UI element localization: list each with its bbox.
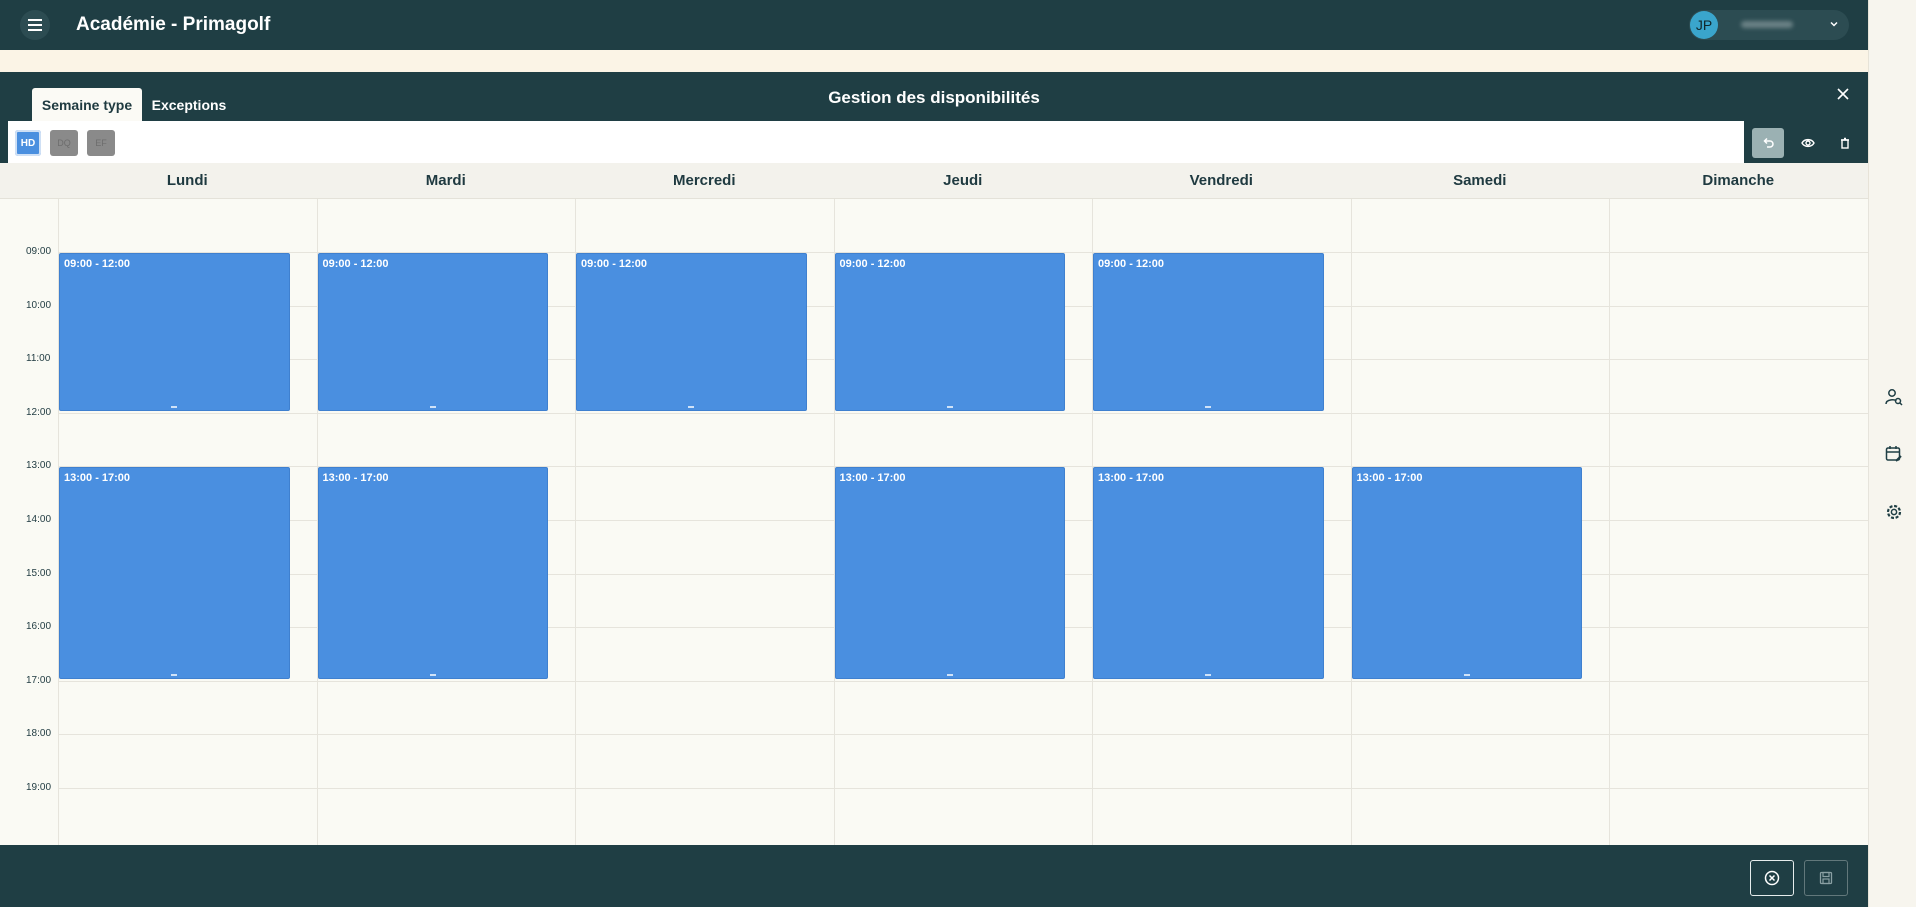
user-menu[interactable]: JP xyxy=(1689,10,1849,40)
slot-time-label: 09:00 - 12:00 xyxy=(839,258,906,270)
day-header-mardi: Mardi xyxy=(316,163,575,199)
slot-time-label: 13:00 - 17:00 xyxy=(322,472,389,485)
availability-slot[interactable]: 13:00 - 17:00 xyxy=(317,467,548,679)
resize-handle[interactable] xyxy=(1205,673,1212,676)
app-title: Académie - Primagolf xyxy=(76,14,271,35)
slot-time-label: 09:00 - 12:00 xyxy=(581,258,648,270)
modal-footer xyxy=(0,845,1868,907)
hour-gridline xyxy=(58,412,1868,414)
resize-handle[interactable] xyxy=(946,673,953,676)
availability-slot[interactable]: 13:00 - 17:00 xyxy=(59,467,290,679)
chevron-down-icon xyxy=(1830,21,1838,27)
slot-time-label: 13:00 - 17:00 xyxy=(64,472,131,485)
resize-handle[interactable] xyxy=(171,673,178,676)
weekly-calendar: Lundi Mardi Mercredi Jeudi Vendredi Samedi Dim… xyxy=(0,163,1869,845)
save-button[interactable] xyxy=(1804,860,1848,896)
day-header-lundi: Lundi xyxy=(58,163,317,199)
app-header: Académie - Primagolf JP xyxy=(0,0,1868,50)
availability-slot[interactable]: 09:00 - 12:00 xyxy=(834,253,1065,411)
availability-slot[interactable]: 09:00 - 12:00 xyxy=(1093,253,1324,411)
trash-icon xyxy=(1841,137,1849,149)
time-label: 19:00 xyxy=(26,782,52,793)
time-label: 14:00 xyxy=(26,514,52,525)
user-search-icon[interactable] xyxy=(1885,388,1903,406)
hour-gridline xyxy=(58,788,1868,789)
slot-time-label: 13:00 - 17:00 xyxy=(839,472,906,485)
slot-time-label: 13:00 - 17:00 xyxy=(1098,472,1165,485)
availability-slot[interactable]: 09:00 - 12:00 xyxy=(59,253,290,411)
resize-handle[interactable] xyxy=(1205,405,1212,408)
close-icon[interactable] xyxy=(1836,87,1850,101)
view-button-ef[interactable]: EF xyxy=(87,130,115,156)
time-label: 13:00 xyxy=(26,460,52,472)
time-label: 10:00 xyxy=(26,299,52,311)
availability-slot[interactable]: 13:00 - 17:00 xyxy=(1351,467,1582,679)
resize-handle[interactable] xyxy=(1463,673,1470,676)
gear-icon[interactable] xyxy=(1885,503,1903,521)
hour-gridline xyxy=(58,680,1868,682)
slot-time-label: 09:00 - 12:00 xyxy=(64,258,131,270)
tab-exceptions[interactable]: Exceptions xyxy=(145,88,233,121)
time-label: 16:00 xyxy=(26,621,52,633)
resize-handle[interactable] xyxy=(946,405,953,408)
calendar-edit-icon[interactable] xyxy=(1885,445,1903,463)
calendar-toolbar: HD DQ EF xyxy=(8,121,1744,163)
time-label: 09:00 xyxy=(26,246,52,257)
view-button-dq[interactable]: DQ xyxy=(50,130,78,156)
resize-handle[interactable] xyxy=(429,405,436,408)
slot-time-label: 09:00 - 12:00 xyxy=(1098,258,1165,270)
hour-gridline xyxy=(58,734,1868,736)
cancel-circle-icon xyxy=(1764,870,1780,886)
undo-icon xyxy=(1763,137,1774,148)
menu-icon xyxy=(28,19,42,31)
availability-slot[interactable]: 13:00 - 17:00 xyxy=(834,467,1065,679)
availability-slot[interactable]: 09:00 - 12:00 xyxy=(576,253,807,411)
preview-button[interactable] xyxy=(1792,128,1824,158)
resize-handle[interactable] xyxy=(171,405,178,408)
time-label: 12:00 xyxy=(26,406,52,418)
page-background xyxy=(0,50,1868,72)
grid-column-line xyxy=(1867,199,1869,845)
availability-slot[interactable]: 09:00 - 12:00 xyxy=(317,253,548,411)
resize-handle[interactable] xyxy=(688,405,695,408)
cancel-button[interactable] xyxy=(1750,860,1794,896)
day-header-samedi: Samedi xyxy=(1350,163,1609,199)
view-button-hd[interactable]: HD xyxy=(15,130,41,156)
availability-slot[interactable]: 13:00 - 17:00 xyxy=(1093,467,1324,679)
undo-button[interactable] xyxy=(1752,128,1784,158)
eye-icon xyxy=(1801,138,1815,148)
time-label: 15:00 xyxy=(26,567,52,579)
day-header-jeudi: Jeudi xyxy=(833,163,1092,199)
calendar-corner xyxy=(0,163,58,199)
time-label: 11:00 xyxy=(26,353,51,365)
save-icon xyxy=(1819,871,1833,885)
hamburger-menu-button[interactable] xyxy=(20,10,50,40)
time-label: 17:00 xyxy=(26,674,52,686)
day-header-mercredi: Mercredi xyxy=(575,163,834,199)
resize-handle[interactable] xyxy=(429,673,436,676)
slot-time-label: 09:00 - 12:00 xyxy=(322,258,389,270)
day-header-dimanche: Dimanche xyxy=(1609,163,1868,199)
time-label: 18:00 xyxy=(26,728,52,740)
right-sidebar xyxy=(1868,0,1916,907)
avatar: JP xyxy=(1690,11,1718,39)
slot-time-label: 13:00 - 17:00 xyxy=(1356,472,1423,485)
modal-title: Gestion des disponibilités xyxy=(828,88,1040,107)
tab-semaine-type[interactable]: Semaine type xyxy=(32,88,142,121)
day-header-vendredi: Vendredi xyxy=(1092,163,1351,199)
user-name-redacted xyxy=(1741,21,1793,28)
delete-button[interactable] xyxy=(1829,128,1861,158)
grid-column-line xyxy=(1609,199,1610,845)
